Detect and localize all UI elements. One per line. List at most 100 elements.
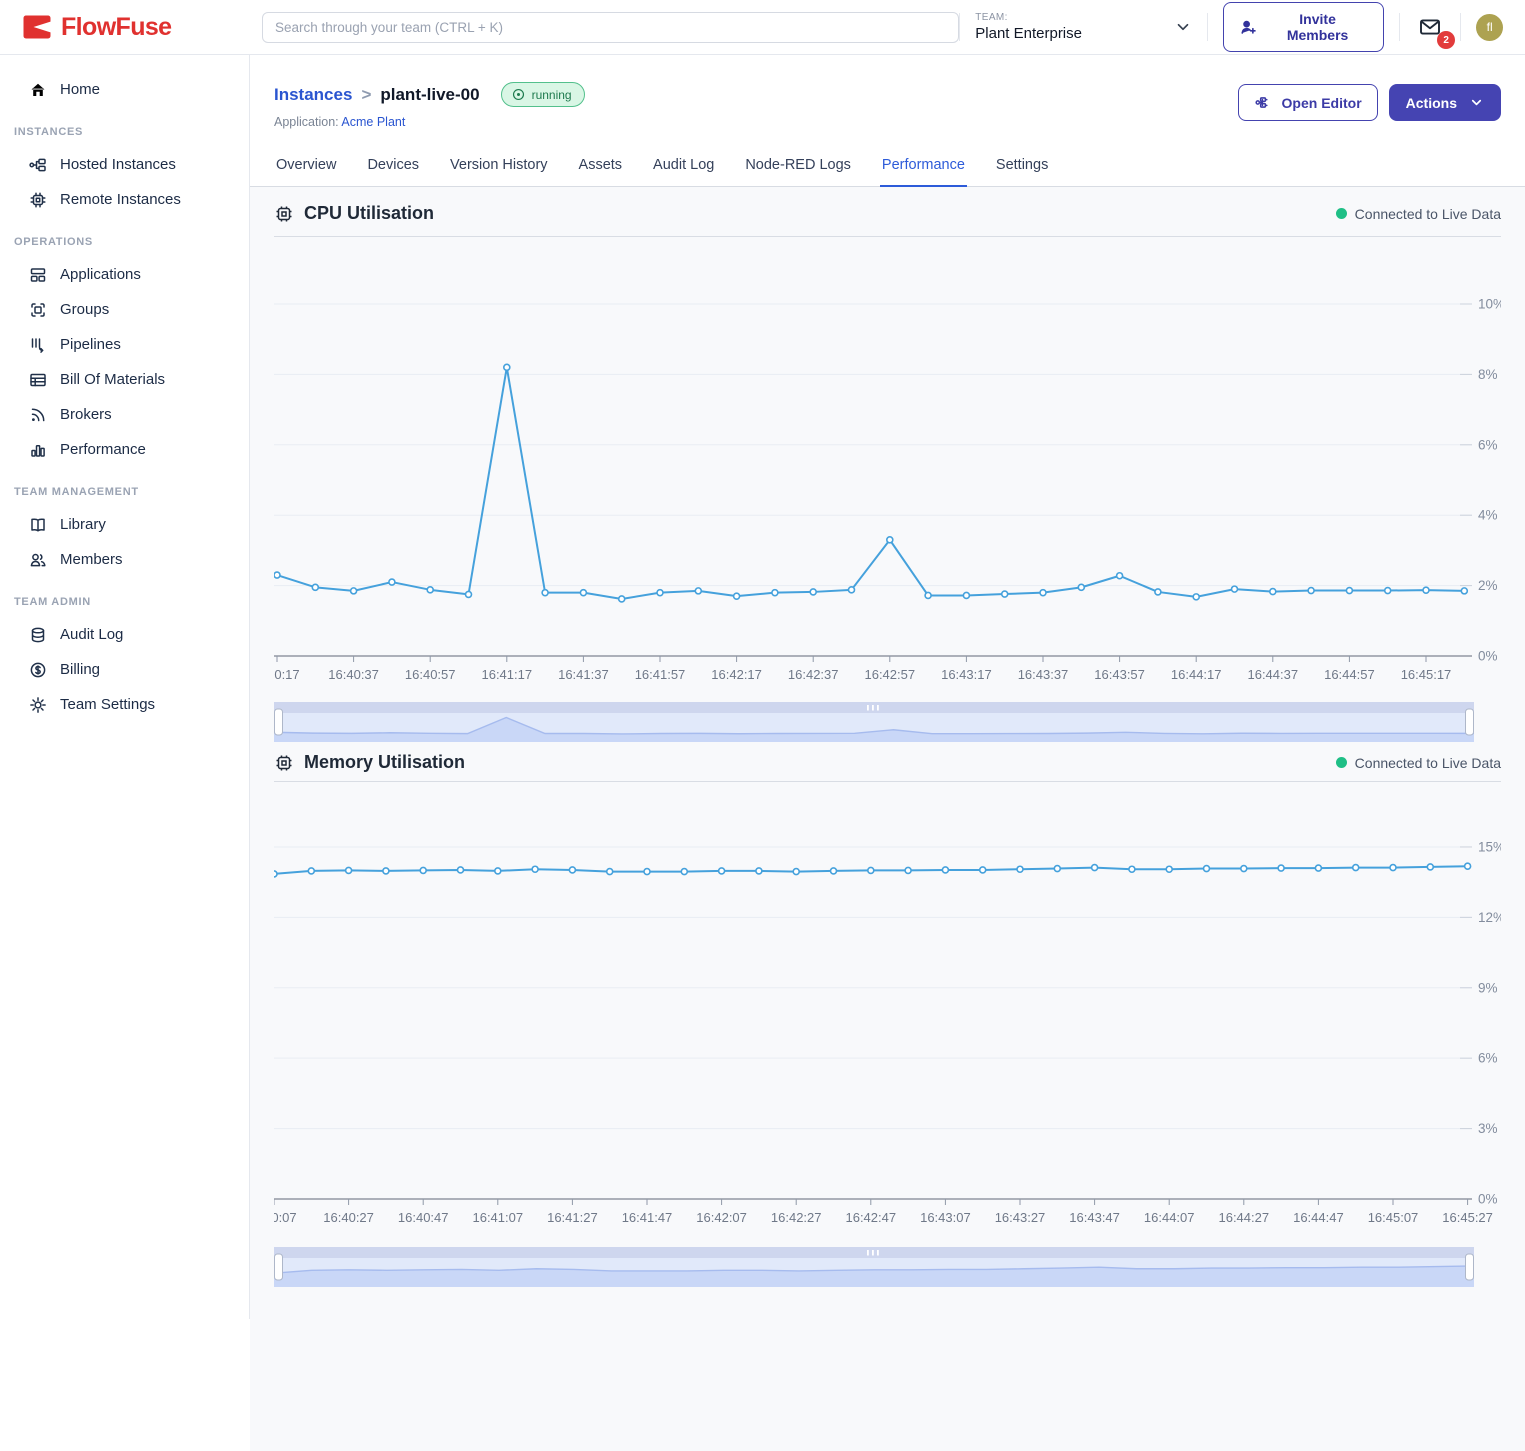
svg-text:6%: 6% <box>1478 437 1498 452</box>
sidebar-item-label: Members <box>60 551 123 568</box>
flowfuse-logo[interactable]: FlowFuse <box>0 12 250 42</box>
sidebar-item-groups[interactable]: Groups <box>0 292 249 327</box>
cpu-slider-handle-right[interactable] <box>1466 709 1474 735</box>
sidebar-item-pipelines[interactable]: Pipelines <box>0 327 249 362</box>
groups-icon <box>28 300 48 320</box>
live-dot-icon <box>1336 208 1347 219</box>
tab-overview[interactable]: Overview <box>274 147 338 186</box>
tab-settings[interactable]: Settings <box>994 147 1050 186</box>
cpu-slider-handle-left[interactable] <box>275 709 283 735</box>
memory-slider-handle-left[interactable] <box>275 1254 283 1280</box>
sidebar-item-label: Hosted Instances <box>60 156 176 173</box>
sidebar-item-brokers[interactable]: Brokers <box>0 397 249 432</box>
x-axis: 0:0716:40:2716:40:4716:41:0716:41:2716:4… <box>274 1199 1493 1225</box>
svg-text:16:41:07: 16:41:07 <box>472 1210 523 1225</box>
memory-slider-handle-right[interactable] <box>1466 1254 1474 1280</box>
applications-icon <box>28 265 48 285</box>
memory-minimap[interactable] <box>274 1247 1474 1287</box>
tab-version-history[interactable]: Version History <box>448 147 550 186</box>
sidebar-item-bill-of-materials[interactable]: Bill Of Materials <box>0 362 249 397</box>
sidebar-item-hosted-instances[interactable]: Hosted Instances <box>0 147 249 182</box>
memory-live-label: Connected to Live Data <box>1355 755 1501 771</box>
sidebar-item-label: Pipelines <box>60 336 121 353</box>
sidebar-item-applications[interactable]: Applications <box>0 257 249 292</box>
svg-text:8%: 8% <box>1478 367 1498 382</box>
brand-name: FlowFuse <box>61 13 171 42</box>
memory-range-slider[interactable] <box>274 1247 1474 1287</box>
x-axis: 0:1716:40:3716:40:5716:41:1716:41:3716:4… <box>274 656 1451 682</box>
cpu-section-header: CPU Utilisation Connected to Live Data <box>274 187 1501 237</box>
svg-text:16:41:27: 16:41:27 <box>547 1210 598 1225</box>
tab-performance[interactable]: Performance <box>880 147 967 187</box>
sidebar-item-label: Remote Instances <box>60 191 181 208</box>
svg-text:12%: 12% <box>1478 910 1501 925</box>
tab-audit-log[interactable]: Audit Log <box>651 147 716 186</box>
main-content: Instances > plant-live-00 running Applic… <box>250 55 1525 1319</box>
svg-text:16:40:27: 16:40:27 <box>323 1210 374 1225</box>
svg-text:16:43:37: 16:43:37 <box>1018 667 1069 682</box>
tab-devices[interactable]: Devices <box>365 147 421 186</box>
play-circle-icon <box>511 87 526 102</box>
svg-text:16:42:37: 16:42:37 <box>788 667 839 682</box>
slider-grip-icon[interactable] <box>867 1250 869 1256</box>
svg-text:16:43:17: 16:43:17 <box>941 667 992 682</box>
sidebar-item-label: Bill Of Materials <box>60 371 165 388</box>
grid-lines <box>274 847 1472 1199</box>
sidebar-item-members[interactable]: Members <box>0 542 249 577</box>
avatar[interactable]: fl <box>1476 14 1503 41</box>
pipelines-icon <box>28 335 48 355</box>
application-label: Application: <box>274 115 339 129</box>
cpu-minimap[interactable] <box>274 702 1474 742</box>
svg-text:3%: 3% <box>1478 1121 1498 1136</box>
svg-text:16:42:57: 16:42:57 <box>864 667 915 682</box>
grid-lines <box>274 304 1472 656</box>
brokers-icon <box>28 405 48 425</box>
svg-text:0%: 0% <box>1478 1192 1498 1207</box>
breadcrumb-instances-link[interactable]: Instances <box>274 85 352 105</box>
slider-grip-icon[interactable] <box>877 705 879 711</box>
tab-assets[interactable]: Assets <box>577 147 625 186</box>
notifications-button[interactable]: 2 <box>1415 13 1445 41</box>
svg-text:16:44:37: 16:44:37 <box>1247 667 1298 682</box>
page-title: plant-live-00 <box>380 85 479 105</box>
slider-grip-icon[interactable] <box>872 1250 874 1256</box>
slider-grip-icon[interactable] <box>877 1250 879 1256</box>
sidebar-item-team-settings[interactable]: Team Settings <box>0 687 249 722</box>
team-selector[interactable]: TEAM: Plant Enterprise <box>975 12 1192 42</box>
svg-text:16:44:07: 16:44:07 <box>1144 1210 1195 1225</box>
page-header: Instances > plant-live-00 running Applic… <box>250 55 1525 129</box>
application-link[interactable]: Acme Plant <box>341 115 405 129</box>
svg-text:16:45:17: 16:45:17 <box>1401 667 1452 682</box>
divider <box>959 13 960 41</box>
svg-text:16:41:47: 16:41:47 <box>622 1210 673 1225</box>
sidebar-item-remote-instances[interactable]: Remote Instances <box>0 182 249 217</box>
memory-live-status: Connected to Live Data <box>1336 755 1501 771</box>
actions-button[interactable]: Actions <box>1389 84 1501 121</box>
memory-title-label: Memory Utilisation <box>304 752 465 773</box>
slider-grip-icon[interactable] <box>867 705 869 711</box>
sidebar-item-performance[interactable]: Performance <box>0 432 249 467</box>
tab-node-red-logs[interactable]: Node-RED Logs <box>743 147 853 186</box>
open-editor-button[interactable]: Open Editor <box>1238 84 1378 121</box>
sidebar-item-library[interactable]: Library <box>0 507 249 542</box>
cpu-live-label: Connected to Live Data <box>1355 206 1501 222</box>
invite-members-button[interactable]: Invite Members <box>1223 2 1384 52</box>
cpu-range-slider[interactable] <box>274 702 1474 742</box>
search-input[interactable] <box>262 12 959 43</box>
sidebar-item-label: Applications <box>60 266 141 283</box>
cpu-line-chart: 0%2%4%6%8%10%0:1716:40:3716:40:5716:41:1… <box>274 249 1501 686</box>
sidebar-item-audit-log[interactable]: Audit Log <box>0 617 249 652</box>
slider-grip-icon[interactable] <box>872 705 874 711</box>
svg-text:16:42:07: 16:42:07 <box>696 1210 747 1225</box>
memory-chip-icon <box>274 753 294 773</box>
memory-section-header: Memory Utilisation Connected to Live Dat… <box>274 742 1501 782</box>
svg-text:0:07: 0:07 <box>274 1210 297 1225</box>
svg-text:16:45:27: 16:45:27 <box>1442 1210 1493 1225</box>
sidebar-item-label: Library <box>60 516 106 533</box>
sidebar-heading-instances: INSTANCES <box>0 107 249 147</box>
node-red-icon <box>1254 93 1273 112</box>
status-badge: running <box>501 82 585 107</box>
cpu-chart-title: CPU Utilisation <box>274 203 434 224</box>
sidebar-item-home[interactable]: Home <box>0 72 249 107</box>
sidebar-item-billing[interactable]: Billing <box>0 652 249 687</box>
